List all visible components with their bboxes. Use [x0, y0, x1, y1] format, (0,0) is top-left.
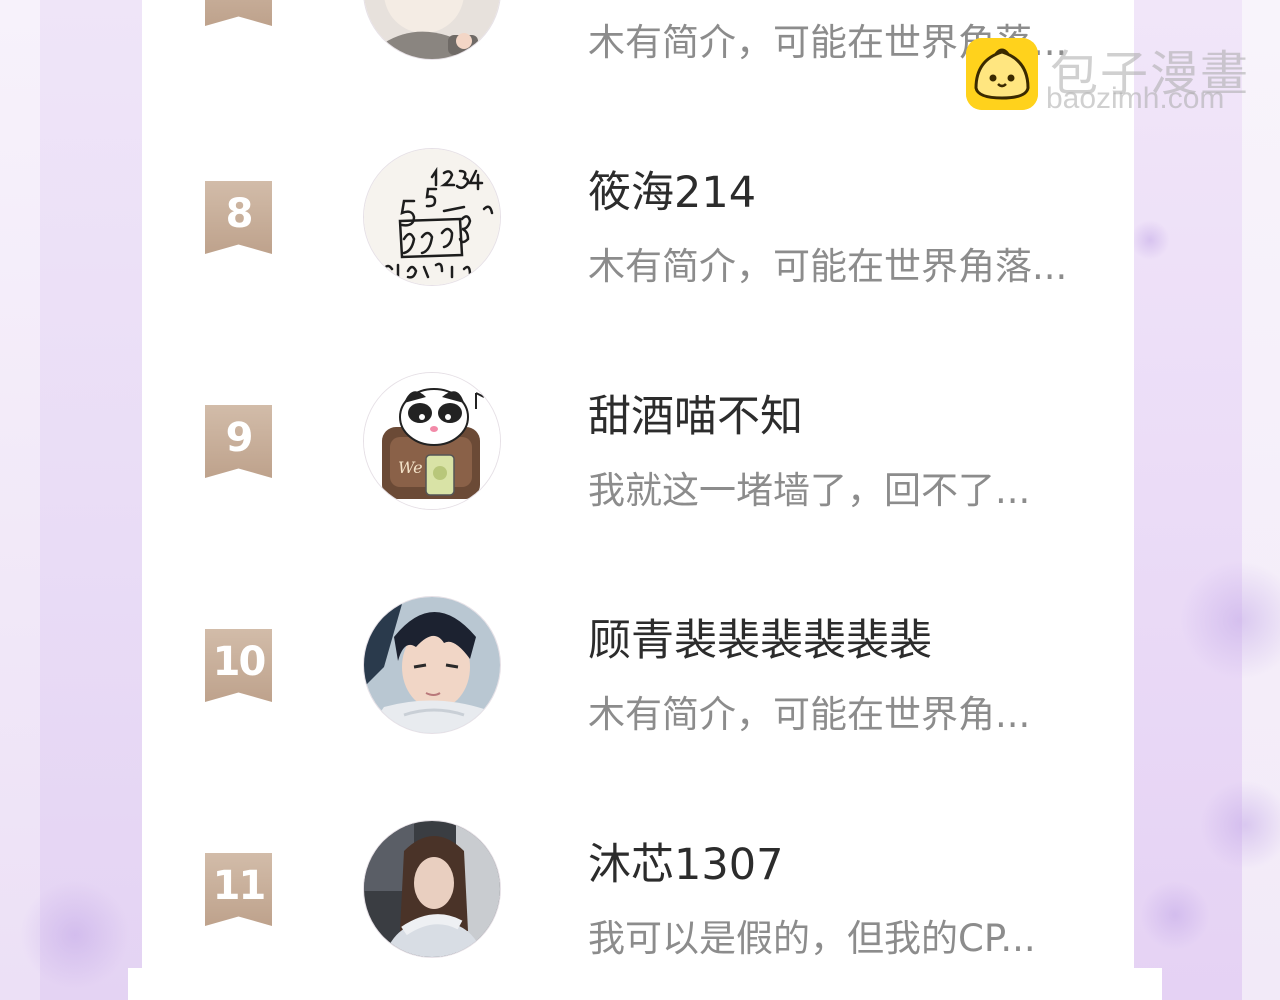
user-description: 我就这一堵墙了，回不了...	[588, 469, 1031, 512]
svg-text:We: We	[398, 458, 423, 477]
user-description: 木有简介，可能在世界角...	[588, 693, 1031, 736]
list-item[interactable]: 10 顾青裴裴裴裴裴裴 木有简介，可能在世界角...	[142, 596, 1134, 736]
watercolor-blot	[1140, 880, 1210, 950]
user-name[interactable]: 筱海214	[588, 158, 756, 220]
handwritten-numbers-avatar[interactable]	[363, 148, 501, 286]
user-name[interactable]: 甜酒喵不知	[588, 382, 803, 444]
background-left	[0, 0, 40, 1000]
girl-photo-avatar[interactable]	[363, 820, 501, 958]
rank-badge: 9	[205, 405, 272, 478]
list-item[interactable]: 8 筱海214 木有简介，可能在世界角落...	[142, 148, 1134, 288]
user-description: 木有简介，可能在世界角落...	[588, 245, 1068, 288]
watercolor-blot	[20, 880, 130, 990]
list-item[interactable]: 9 We 甜酒喵不知 我就这一堵墙了，回不了...	[142, 372, 1134, 512]
site-watermark: 包子漫畫 baozimh.com	[966, 34, 1266, 124]
watermark-url: baozimh.com	[1046, 82, 1225, 115]
rank-badge: 8	[205, 181, 272, 254]
background-strip-left	[40, 0, 142, 1000]
rank-badge: 11	[205, 853, 272, 926]
user-description: 我可以是假的，但我的CP...	[588, 917, 1036, 960]
watercolor-blot	[1130, 220, 1170, 260]
user-name[interactable]: 沐芯1307	[588, 830, 783, 892]
watercolor-blot	[1200, 780, 1280, 870]
rank-badge: 10	[205, 629, 272, 702]
chibi-avatar[interactable]	[363, 0, 501, 60]
ranking-list-card: 7 木有简介，可能在世界角落... 8	[142, 0, 1134, 968]
baozi-logo-icon	[966, 38, 1038, 110]
cat-radio-avatar[interactable]: We	[363, 372, 501, 510]
anime-boy-avatar[interactable]	[363, 596, 501, 734]
user-name[interactable]: 顾青裴裴裴裴裴裴	[588, 606, 932, 668]
card-bottom-edge	[128, 968, 1162, 1000]
list-item[interactable]: 11 沐芯1307 我可以是假的，但我的CP...	[142, 820, 1134, 960]
rank-badge: 7	[205, 0, 272, 26]
